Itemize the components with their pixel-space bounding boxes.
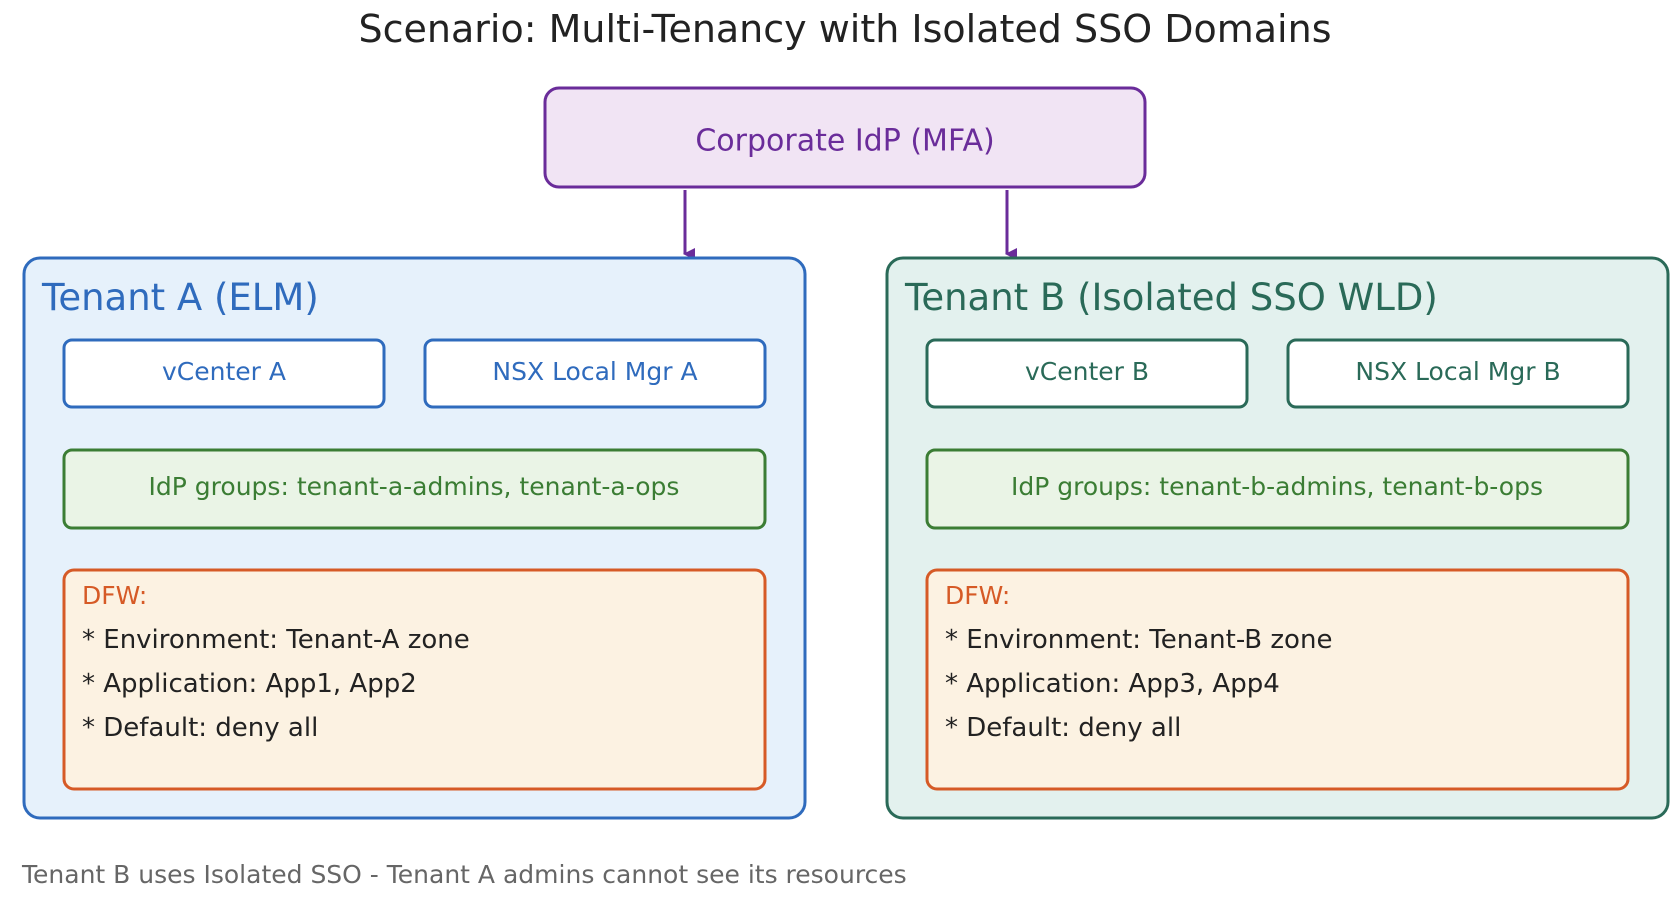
tenant-a-dfw-rule: * Environment: Tenant-A zone <box>82 625 470 655</box>
corporate-idp-label: Corporate IdP (MFA) <box>695 124 994 159</box>
tenant-b-groups-label: IdP groups: tenant-b-admins, tenant-b-op… <box>1011 472 1543 501</box>
tenant-a-title: Tenant A (ELM) <box>41 276 319 319</box>
tenant-b-groups-node: IdP groups: tenant-b-admins, tenant-b-op… <box>925 448 1630 530</box>
tenant-b-dfw-title: DFW: <box>945 581 1010 610</box>
tenant-a-vcenter-label: vCenter A <box>162 357 286 386</box>
tenant-b-dfw-rule: * Application: App3, App4 <box>945 669 1280 699</box>
tenant-a-dfw-rule: * Default: deny all <box>82 713 318 743</box>
tenant-a-container: Tenant A (ELM) vCenter A NSX Local Mgr A… <box>22 256 807 820</box>
tenant-b-container: Tenant B (Isolated SSO WLD) vCenter B NS… <box>885 256 1670 820</box>
footer-note: Tenant B uses Isolated SSO - Tenant A ad… <box>21 860 907 889</box>
tenant-a-dfw-node: DFW: * Environment: Tenant-A zone * Appl… <box>62 568 767 791</box>
tenant-b-dfw-rule: * Default: deny all <box>945 713 1181 743</box>
tenant-b-dfw-node: DFW: * Environment: Tenant-B zone * Appl… <box>925 568 1630 791</box>
tenant-b-dfw-rule: * Environment: Tenant-B zone <box>945 625 1332 655</box>
diagram-title: Scenario: Multi-Tenancy with Isolated SS… <box>359 7 1332 51</box>
tenant-a-nsx-node: NSX Local Mgr A <box>423 338 767 409</box>
tenant-a-dfw-title: DFW: <box>82 581 147 610</box>
tenant-a-dfw-rule: * Application: App1, App2 <box>82 669 417 699</box>
tenant-b-nsx-label: NSX Local Mgr B <box>1355 357 1560 386</box>
tenant-b-vcenter-label: vCenter B <box>1025 357 1149 386</box>
tenant-a-groups-node: IdP groups: tenant-a-admins, tenant-a-op… <box>62 448 767 530</box>
tenant-b-vcenter-node: vCenter B <box>925 338 1249 409</box>
tenant-b-title: Tenant B (Isolated SSO WLD) <box>904 276 1438 319</box>
diagram-canvas: Scenario: Multi-Tenancy with Isolated SS… <box>21 7 1670 889</box>
tenant-a-vcenter-node: vCenter A <box>62 338 386 409</box>
tenant-a-groups-label: IdP groups: tenant-a-admins, tenant-a-op… <box>149 472 680 501</box>
tenant-b-nsx-node: NSX Local Mgr B <box>1286 338 1630 409</box>
corporate-idp-node: Corporate IdP (MFA) <box>543 86 1147 189</box>
tenant-a-nsx-label: NSX Local Mgr A <box>492 357 697 386</box>
